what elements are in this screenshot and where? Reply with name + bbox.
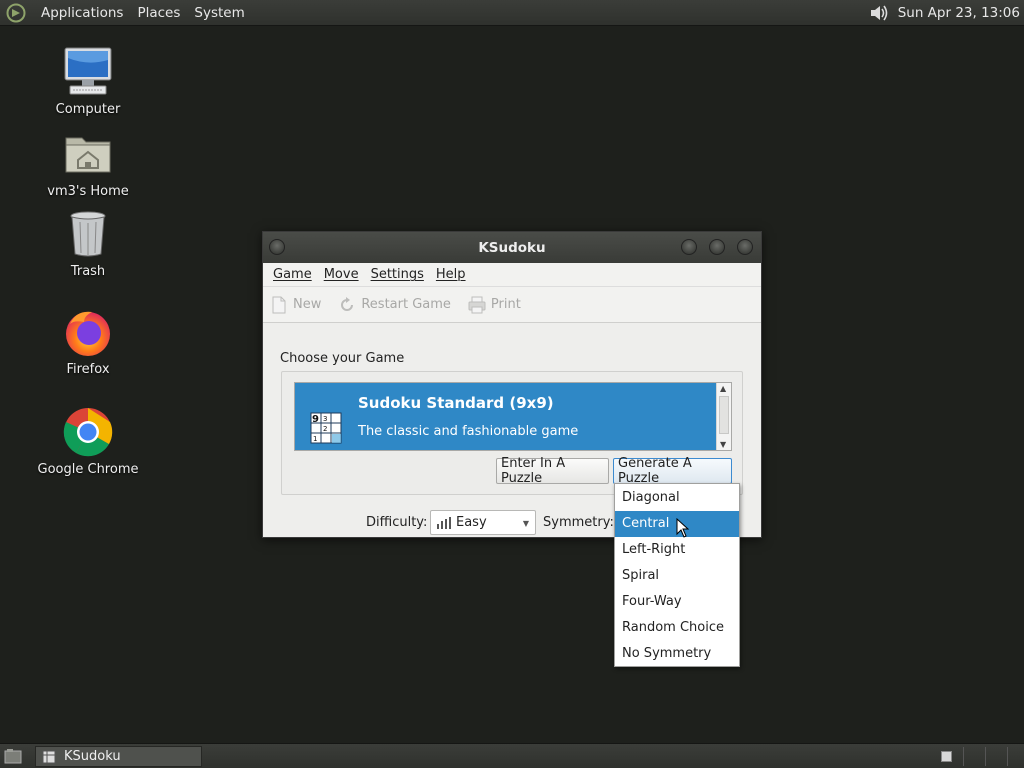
game-list-scrollbar[interactable]: ▲ ▼ bbox=[716, 383, 731, 450]
printer-icon bbox=[468, 296, 486, 313]
bottom-panel: KSudoku bbox=[0, 743, 1024, 768]
menu-help[interactable]: Help bbox=[430, 267, 472, 282]
chevron-down-icon: ▼ bbox=[522, 519, 529, 528]
menu-game[interactable]: Game bbox=[267, 267, 318, 282]
chrome-icon bbox=[63, 408, 113, 457]
desktop-icon-label: vm3's Home bbox=[47, 184, 129, 199]
svg-text:9: 9 bbox=[312, 414, 319, 425]
new-button[interactable]: New bbox=[269, 295, 321, 315]
game-list[interactable]: 9 3 2 1 Sudoku Standard (9x9) The classi… bbox=[294, 382, 732, 451]
symmetry-label: Symmetry: bbox=[543, 515, 614, 530]
toolbar: New Restart Game Print bbox=[263, 287, 761, 323]
taskbar-item-label: KSudoku bbox=[64, 749, 121, 764]
restart-icon bbox=[341, 296, 354, 311]
scroll-up-arrow-icon[interactable]: ▲ bbox=[720, 384, 726, 393]
desktop-icon-chrome[interactable]: Google Chrome bbox=[28, 406, 148, 477]
top-panel: Applications Places System Sun Apr 23, 1… bbox=[0, 0, 1024, 26]
computer-icon bbox=[64, 47, 112, 95]
trash-icon bbox=[70, 211, 106, 257]
svg-text:3: 3 bbox=[323, 415, 327, 423]
window-titlebar[interactable]: KSudoku bbox=[263, 232, 761, 263]
minimize-button[interactable] bbox=[681, 239, 697, 255]
game-title: Sudoku Standard (9x9) bbox=[358, 394, 554, 412]
game-description: The classic and fashionable game bbox=[358, 424, 579, 439]
menu-settings[interactable]: Settings bbox=[365, 267, 430, 282]
symmetry-option-random-choice[interactable]: Random Choice bbox=[615, 615, 739, 641]
places-menu[interactable]: Places bbox=[130, 5, 187, 21]
scroll-down-arrow-icon[interactable]: ▼ bbox=[720, 440, 726, 449]
workspace-divider bbox=[985, 747, 986, 766]
home-folder-icon bbox=[65, 137, 111, 173]
desktop-icon-computer[interactable]: Computer bbox=[28, 46, 148, 117]
generate-puzzle-button[interactable]: Generate A Puzzle bbox=[613, 456, 732, 486]
show-desktop-icon[interactable] bbox=[4, 748, 22, 764]
difficulty-bars-icon bbox=[437, 516, 451, 529]
desktop-icon-home[interactable]: vm3's Home bbox=[28, 128, 148, 199]
desktop-icon-label: Trash bbox=[70, 264, 106, 279]
window-menu-button[interactable] bbox=[269, 239, 285, 255]
game-list-item[interactable]: 9 3 2 1 Sudoku Standard (9x9) The classi… bbox=[295, 383, 717, 450]
desktop-icon-label: Computer bbox=[55, 102, 121, 117]
symmetry-option-diagonal[interactable]: Diagonal bbox=[615, 485, 739, 511]
choose-game-label: Choose your Game bbox=[280, 351, 405, 366]
taskbar-item-ksudoku[interactable]: KSudoku bbox=[35, 746, 202, 767]
clock[interactable]: Sun Apr 23, 13:06 bbox=[898, 5, 1020, 21]
workspace-divider bbox=[963, 747, 964, 766]
restart-game-button[interactable]: Restart Game bbox=[337, 295, 451, 315]
difficulty-label: Difficulty: bbox=[366, 515, 428, 530]
menu-move[interactable]: Move bbox=[318, 267, 365, 282]
difficulty-select[interactable]: Easy ▼ bbox=[430, 510, 536, 535]
print-button[interactable]: Print bbox=[467, 295, 521, 315]
menubar: Game Move Settings Help bbox=[263, 263, 761, 287]
symmetry-option-no-symmetry[interactable]: No Symmetry bbox=[615, 641, 739, 667]
symmetry-dropdown-list: Diagonal Central Left-Right Spiral Four-… bbox=[614, 483, 740, 667]
desktop-icon-trash[interactable]: Trash bbox=[28, 208, 148, 279]
maximize-button[interactable] bbox=[709, 239, 725, 255]
system-menu[interactable]: System bbox=[187, 5, 251, 21]
mate-logo-icon[interactable] bbox=[6, 3, 26, 23]
game-group-box: 9 3 2 1 Sudoku Standard (9x9) The classi… bbox=[281, 371, 743, 495]
symmetry-option-four-way[interactable]: Four-Way bbox=[615, 589, 739, 615]
desktop-icon-label: Google Chrome bbox=[37, 462, 139, 477]
symmetry-option-left-right[interactable]: Left-Right bbox=[615, 537, 739, 563]
scroll-thumb[interactable] bbox=[719, 396, 729, 434]
applications-menu[interactable]: Applications bbox=[34, 5, 130, 21]
symmetry-option-spiral[interactable]: Spiral bbox=[615, 563, 739, 589]
volume-icon[interactable] bbox=[868, 3, 890, 23]
desktop-icon-label: Firefox bbox=[66, 362, 110, 377]
sudoku-grid-icon: 9 3 2 1 bbox=[310, 412, 342, 444]
firefox-icon bbox=[66, 311, 110, 356]
ksudoku-app-icon bbox=[42, 750, 56, 763]
workspace-divider bbox=[1007, 747, 1008, 766]
window-title: KSudoku bbox=[478, 239, 546, 256]
workspace-1[interactable] bbox=[941, 751, 952, 762]
desktop-icon-firefox[interactable]: Firefox bbox=[28, 306, 148, 377]
svg-text:1: 1 bbox=[313, 435, 317, 443]
svg-text:2: 2 bbox=[323, 425, 327, 433]
enter-puzzle-button[interactable]: Enter In A Puzzle bbox=[496, 456, 609, 486]
mouse-cursor-icon bbox=[676, 518, 690, 538]
difficulty-value: Easy bbox=[456, 515, 487, 530]
close-button[interactable] bbox=[737, 239, 753, 255]
new-document-icon bbox=[272, 296, 286, 313]
